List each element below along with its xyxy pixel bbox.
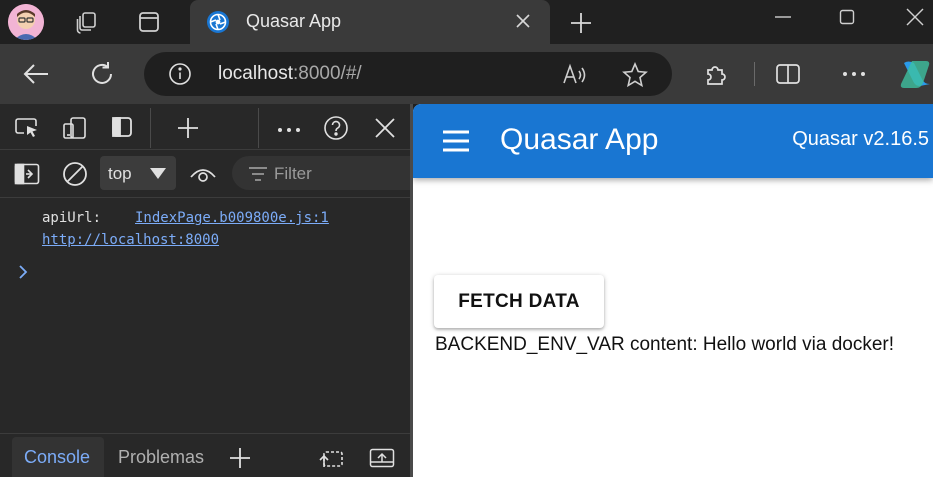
navigation-bar: localhost:8000/#/ [0,44,933,104]
toggle-sidebar-icon[interactable] [108,113,136,141]
console-filter-bar: top Filter [0,150,410,198]
log-url-link[interactable]: http://localhost:8000 [42,232,219,248]
expand-drawer-icon[interactable] [368,444,396,472]
site-info-icon[interactable] [168,62,192,86]
filter-icon [244,160,272,188]
devtools-separator [150,108,151,148]
console-filter-input[interactable]: Filter [232,156,410,190]
live-expression-eye-icon[interactable] [189,160,217,188]
browser-window: Quasar App localhost:8000/#/ top Filter … [0,0,933,477]
tab-actions-icon[interactable] [135,8,163,36]
show-console-sidebar-icon[interactable] [13,160,41,188]
back-icon[interactable] [20,58,52,90]
more-tools-icon[interactable] [275,116,303,144]
add-panel-icon[interactable] [174,114,202,142]
copilot-icon[interactable] [898,58,933,90]
console-output: apiUrl: IndexPage.b009800e.js:1 http://l… [0,198,410,433]
read-aloud-icon[interactable] [562,62,588,88]
minimize-icon[interactable] [768,4,798,30]
app-header: Quasar App Quasar v2.16.5 [413,104,933,178]
filter-placeholder: Filter [274,164,312,183]
close-devtools-icon[interactable] [371,114,399,142]
new-tab-icon[interactable] [566,8,596,38]
quasar-favicon-icon [206,10,230,34]
app-title: Quasar App [500,123,659,156]
fetch-data-button[interactable]: FETCH DATA [434,275,604,328]
inspect-element-icon[interactable] [13,114,41,142]
log-source-link[interactable]: IndexPage.b009800e.js:1 [135,210,329,226]
web-page: Quasar App Quasar v2.16.5 FETCH DATA BAC… [413,104,933,477]
workspaces-icon[interactable] [73,8,101,36]
context-selector[interactable]: top [100,156,176,190]
console-prompt-chevron-icon[interactable] [16,264,30,279]
help-icon[interactable] [322,114,350,142]
favorite-star-icon[interactable] [622,62,648,88]
profile-avatar[interactable] [8,4,44,40]
split-screen-icon[interactable] [772,58,804,90]
title-bar: Quasar App [0,0,933,44]
tab-quasar-app[interactable]: Quasar App [190,0,550,44]
dock-drawer-icon[interactable] [318,444,346,472]
devtools-separator [258,108,259,148]
devtools-toolbar [0,104,410,150]
tab-title: Quasar App [246,11,342,31]
context-label: top [108,164,132,183]
url-host: localhost [218,63,293,84]
backend-result-text: BACKEND_ENV_VAR content: Hello world via… [435,334,895,355]
more-menu-icon[interactable] [838,58,870,90]
device-emulation-icon[interactable] [61,114,89,142]
refresh-icon[interactable] [86,58,118,90]
close-tab-icon[interactable] [510,8,536,34]
maximize-icon[interactable] [832,4,862,30]
address-bar[interactable]: localhost:8000/#/ [144,52,672,96]
menu-hamburger-icon[interactable] [441,128,471,154]
devtools-drawer-tabs: Console Problemas [0,433,410,477]
toolbar-separator [754,62,755,86]
close-window-icon[interactable] [900,4,930,30]
tab-console[interactable]: Console [12,437,104,477]
extensions-icon[interactable] [700,58,732,90]
tab-problemas[interactable]: Problemas [106,437,216,477]
log-message-key: apiUrl: [42,210,102,226]
add-drawer-tab-icon[interactable] [226,444,254,472]
clear-console-icon[interactable] [61,160,89,188]
dropdown-caret-icon [150,168,166,179]
quasar-version: Quasar v2.16.5 [792,128,929,150]
devtools-panel: top Filter apiUrl: IndexPage.b009800e.js… [0,104,410,477]
url-path: :8000/#/ [293,63,362,84]
url-text[interactable]: localhost:8000/#/ [218,63,362,85]
